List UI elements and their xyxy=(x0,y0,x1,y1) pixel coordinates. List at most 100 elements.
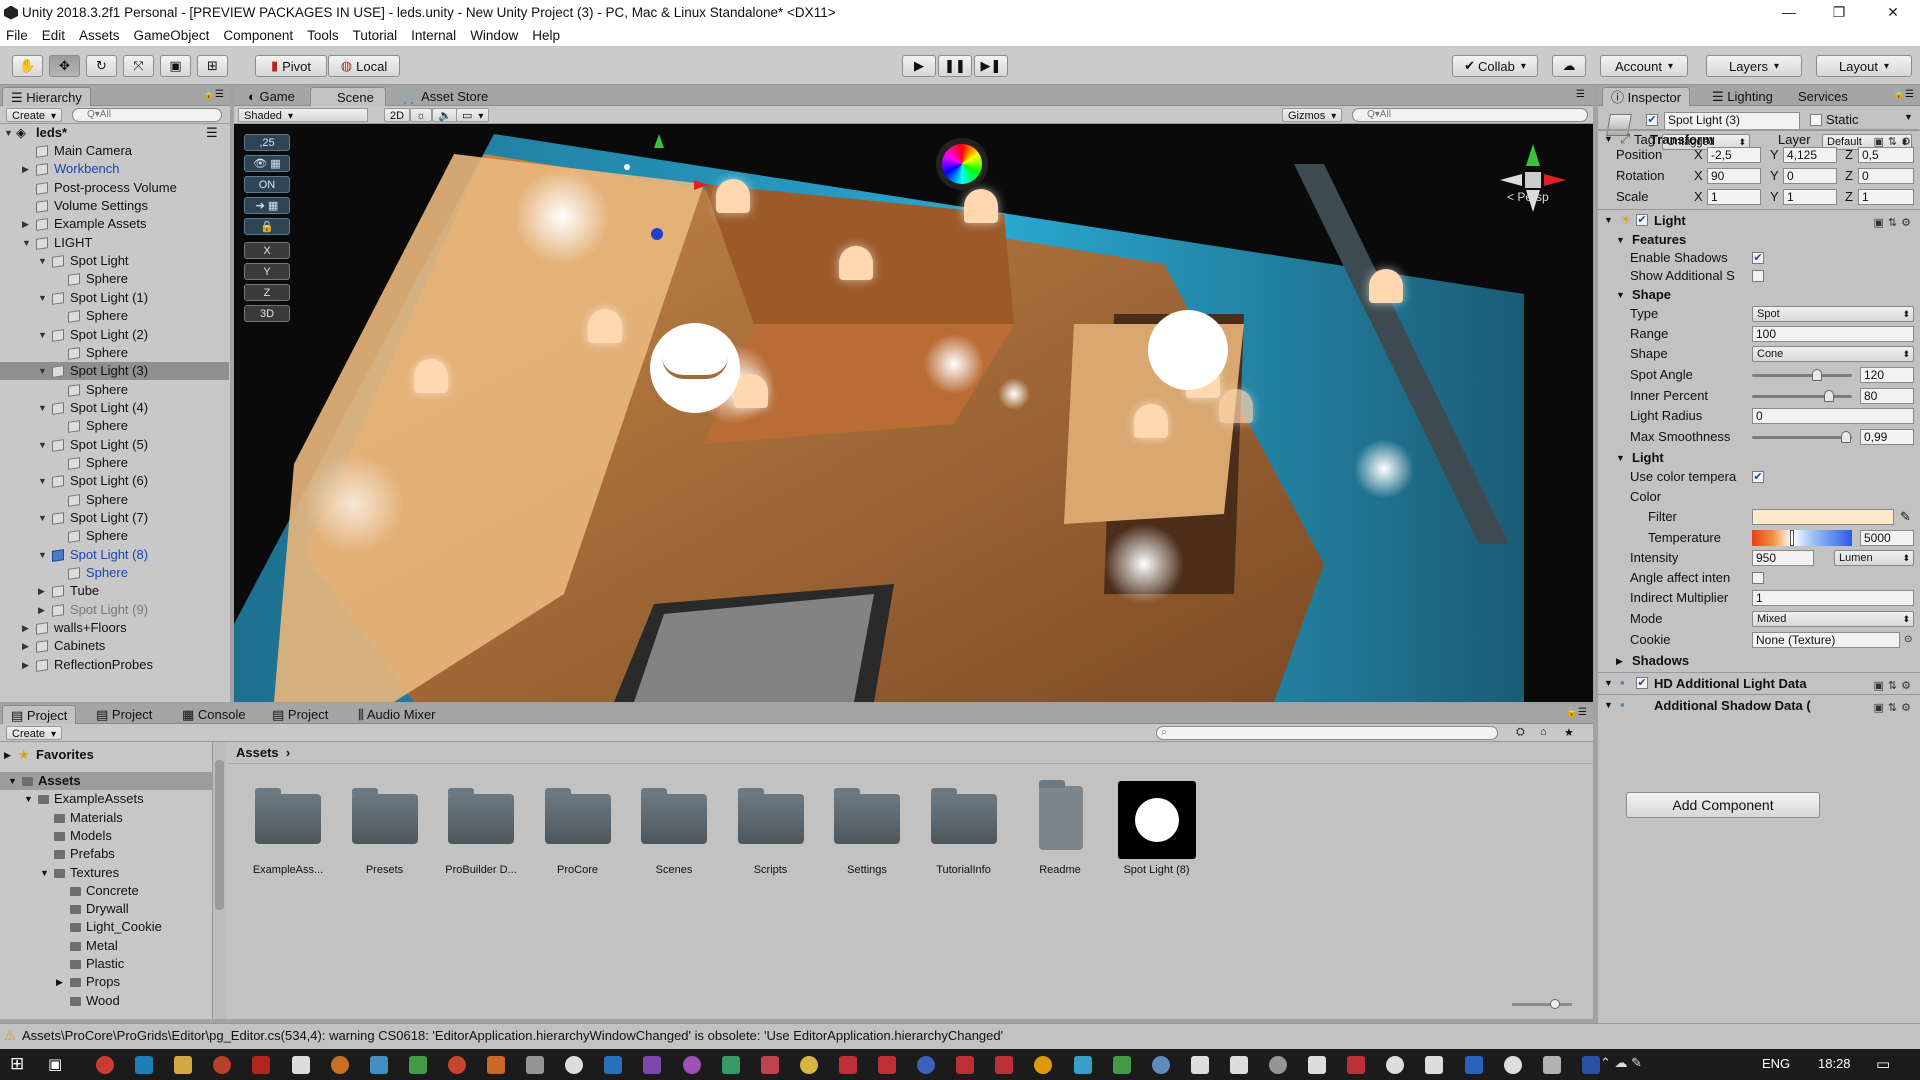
taskbar-app-icon[interactable] xyxy=(369,1056,388,1074)
taskbar-app-icon[interactable] xyxy=(1581,1056,1600,1074)
breadcrumb-assets[interactable]: Assets xyxy=(236,745,279,760)
account-dropdown[interactable]: Account xyxy=(1600,55,1688,77)
expand-arrow-icon[interactable]: ▼ xyxy=(38,362,47,380)
taskbar-app-icon[interactable] xyxy=(1386,1056,1405,1074)
expand-arrow-icon[interactable]: ▼ xyxy=(1616,231,1625,249)
scale-y-field[interactable]: 1 xyxy=(1783,189,1837,205)
project-folder-item[interactable]: Drywall xyxy=(0,900,212,918)
windows-start-icon[interactable]: ⊞ xyxy=(10,1054,24,1074)
taskbar-app-icon[interactable] xyxy=(565,1056,584,1074)
slider-knob[interactable] xyxy=(1841,431,1852,443)
notification-icon[interactable]: ▭ xyxy=(1876,1055,1890,1073)
taskbar-app-icon[interactable] xyxy=(956,1056,975,1074)
taskbar-app-icon[interactable] xyxy=(291,1056,310,1074)
rotation-y-field[interactable]: 0 xyxy=(1783,168,1837,184)
rotation-z-field[interactable]: 0 xyxy=(1858,168,1914,184)
taskbar-app-icon[interactable] xyxy=(213,1056,232,1074)
light-radius-field[interactable]: 0 xyxy=(1752,408,1914,424)
menu-help[interactable]: Help xyxy=(525,28,567,43)
component-menu-icons[interactable]: ▣⇅⚙ xyxy=(1874,214,1915,232)
project-create-button[interactable]: Create xyxy=(6,726,63,740)
expand-arrow-icon[interactable]: ▼ xyxy=(38,472,47,490)
favorite-star-icon[interactable]: ★ xyxy=(1564,726,1574,739)
range-field[interactable]: 100 xyxy=(1752,326,1914,342)
panel-menu-icon[interactable]: 🔒☰ xyxy=(203,89,224,100)
hierarchy-item[interactable]: ▼ Spot Light (8) xyxy=(0,546,229,564)
menu-tutorial[interactable]: Tutorial xyxy=(346,28,405,43)
project-folder-item[interactable]: Wood xyxy=(0,992,212,1010)
taskbar-app-icon[interactable] xyxy=(682,1056,701,1074)
scene-options-icon[interactable]: ☰ xyxy=(206,124,218,142)
indirect-field[interactable]: 1 xyxy=(1752,590,1914,606)
project-folder-item[interactable]: Models xyxy=(0,827,212,845)
project-search-input[interactable]: ⌕ xyxy=(1156,726,1498,740)
taskbar-app-icon[interactable] xyxy=(643,1056,662,1074)
menu-file[interactable]: File xyxy=(0,28,35,43)
tab-project-3[interactable]: ▤ Project xyxy=(264,705,336,724)
position-x-field[interactable]: -2,5 xyxy=(1707,147,1761,163)
intensity-unit-dropdown[interactable]: Lumen xyxy=(1834,550,1914,566)
snap-toggle-button[interactable]: ON xyxy=(244,176,290,193)
taskbar-app-icon[interactable] xyxy=(604,1056,623,1074)
y-axis-cone-icon[interactable] xyxy=(1526,144,1540,166)
hierarchy-item[interactable]: ▼ Spot Light (1) xyxy=(0,289,229,307)
audio-toggle[interactable]: 🔈 xyxy=(432,108,458,122)
menu-internal[interactable]: Internal xyxy=(404,28,463,43)
taskbar-app-icon[interactable] xyxy=(1464,1056,1483,1074)
spot-light-gizmo-icon[interactable] xyxy=(1369,269,1403,303)
object-picker-icon[interactable]: ⊙ xyxy=(1904,631,1912,649)
add-component-button[interactable]: Add Component xyxy=(1626,792,1820,818)
taskbar-app-icon[interactable] xyxy=(1073,1056,1092,1074)
rect-tool-button[interactable]: ▣ xyxy=(160,55,191,77)
spot-angle-slider[interactable] xyxy=(1752,369,1852,381)
expand-arrow-icon[interactable]: ▼ xyxy=(1604,211,1613,229)
collapse-arrow-icon[interactable]: ▶ xyxy=(22,656,29,674)
hand-tool-button[interactable]: ✋ xyxy=(12,55,43,77)
layers-dropdown[interactable]: Layers xyxy=(1706,55,1802,77)
slider-knob[interactable] xyxy=(1824,390,1834,402)
neg-x-axis-cone-icon[interactable] xyxy=(1500,174,1522,186)
taskbar-app-icon[interactable] xyxy=(330,1056,349,1074)
taskbar-app-icon[interactable] xyxy=(487,1056,505,1074)
expand-arrow-icon[interactable]: ▼ xyxy=(1616,449,1625,467)
tab-project-2[interactable]: ▤ Project xyxy=(88,705,160,724)
clock[interactable]: 18:28 xyxy=(1818,1056,1851,1071)
play-button[interactable]: ▶ xyxy=(902,55,936,77)
expand-arrow-icon[interactable]: ▼ xyxy=(4,124,13,142)
probe-gizmo-icon[interactable] xyxy=(936,138,988,190)
project-folder-item[interactable]: Plastic xyxy=(0,955,212,973)
slider-knob[interactable] xyxy=(1550,999,1560,1009)
step-button[interactable]: ▶❚ xyxy=(974,55,1008,77)
spot-light-gizmo-icon[interactable] xyxy=(588,309,622,343)
expand-arrow-icon[interactable]: ▼ xyxy=(38,289,47,307)
spot-light-gizmo-icon[interactable] xyxy=(839,246,873,280)
project-folder-item[interactable]: Concrete xyxy=(0,882,212,900)
spot-light-gizmo-icon[interactable] xyxy=(1134,404,1168,438)
position-z-field[interactable]: 0,5 xyxy=(1858,147,1914,163)
pause-button[interactable]: ❚❚ xyxy=(938,55,972,77)
rotation-x-field[interactable]: 90 xyxy=(1707,168,1761,184)
asset-item[interactable]: Readme xyxy=(1015,780,1105,880)
asset-item[interactable]: TutorialInfo xyxy=(919,780,1009,880)
taskbar-app-icon[interactable] xyxy=(1308,1056,1327,1074)
collapse-arrow-icon[interactable]: ▶ xyxy=(38,582,45,600)
filter-label-icon[interactable]: ⌂ xyxy=(1540,726,1547,738)
close-button[interactable]: ✕ xyxy=(1870,0,1916,25)
features-section[interactable]: ▼ Features xyxy=(1598,231,1919,249)
project-folder-item[interactable]: ▼ Assets xyxy=(0,772,212,790)
cloud-button[interactable]: ☁ xyxy=(1552,55,1586,77)
taskbar-app-icon[interactable] xyxy=(995,1056,1014,1074)
tab-console[interactable]: ▦ Console xyxy=(174,705,254,724)
shape-dropdown[interactable]: Cone xyxy=(1752,346,1914,362)
grid-snap-button[interactable]: ,25 xyxy=(244,134,290,151)
taskbar-app-icon[interactable] xyxy=(1112,1056,1131,1074)
taskbar-app-icon[interactable] xyxy=(135,1056,154,1074)
taskbar-app-icon[interactable] xyxy=(1034,1056,1053,1074)
use-color-temp-checkbox[interactable]: ✔ xyxy=(1752,471,1764,483)
collapse-arrow-icon[interactable]: ▶ xyxy=(22,637,29,655)
hierarchy-item[interactable]: ▶ Spot Light (9) xyxy=(0,601,229,619)
project-folder-item[interactable]: Materials xyxy=(0,809,212,827)
light-enabled-checkbox[interactable]: ✔ xyxy=(1636,214,1648,226)
local-toggle[interactable]: ◍ Local xyxy=(328,55,400,77)
taskbar-app-icon[interactable] xyxy=(799,1056,818,1074)
